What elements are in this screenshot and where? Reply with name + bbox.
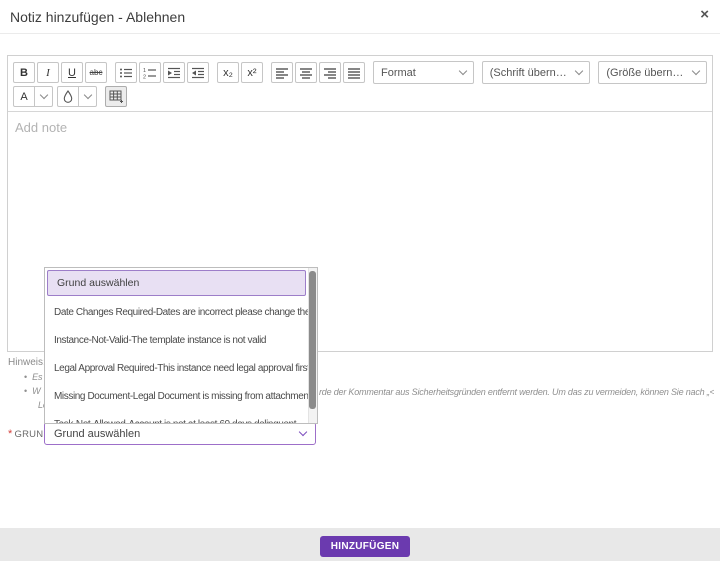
background-color-split-button xyxy=(57,86,97,107)
dropdown-option[interactable]: Date Changes Required-Dates are incorrec… xyxy=(45,298,308,326)
header-divider xyxy=(0,33,720,34)
text-color-dropdown-button[interactable] xyxy=(35,86,53,107)
dialog-footer: HINZUFÜGEN xyxy=(0,528,720,561)
toolbar-row-1: B I U abc 12 xyxy=(13,61,707,84)
indent-button[interactable] xyxy=(163,62,185,83)
numbered-list-button[interactable]: 12 xyxy=(139,62,161,83)
outdent-button[interactable] xyxy=(187,62,209,83)
reason-select-value: Grund auswählen xyxy=(54,428,140,440)
background-color-button[interactable] xyxy=(57,86,79,107)
align-justify-button[interactable] xyxy=(343,62,365,83)
font-select[interactable]: (Schrift überne... xyxy=(482,61,591,84)
align-justify-icon xyxy=(347,67,361,79)
dropdown-option[interactable]: Instance-Not-Valid-The template instance… xyxy=(45,326,308,354)
numbered-list-icon: 12 xyxy=(143,67,157,79)
outdent-icon xyxy=(191,67,205,79)
format-select[interactable]: Format xyxy=(373,61,474,84)
text-color-split-button: A xyxy=(13,86,53,107)
align-center-button[interactable] xyxy=(295,62,317,83)
hint-bullet-1: Es xyxy=(24,372,42,382)
align-right-button[interactable] xyxy=(319,62,341,83)
dropdown-option[interactable]: Legal Approval Required-This instance ne… xyxy=(45,354,308,382)
align-center-icon xyxy=(299,67,313,79)
align-left-button[interactable] xyxy=(271,62,293,83)
script-group: x₂ x² xyxy=(217,62,263,83)
dropdown-option[interactable]: Task-Not-Allowed-Account is not at least… xyxy=(45,410,308,424)
chevron-down-icon xyxy=(459,67,467,75)
superscript-button[interactable]: x² xyxy=(241,62,263,83)
droplet-icon xyxy=(62,90,74,103)
align-left-icon xyxy=(275,67,289,79)
reason-dropdown-items: Grund auswählen Date Changes Required-Da… xyxy=(45,268,308,424)
indent-icon xyxy=(167,67,181,79)
strikethrough-button[interactable]: abc xyxy=(85,62,107,83)
italic-button[interactable]: I xyxy=(37,62,59,83)
dialog-title: Notiz hinzufügen - Ablehnen xyxy=(10,9,185,25)
text-color-button[interactable]: A xyxy=(13,86,35,107)
font-select-value: (Schrift überne... xyxy=(490,67,569,79)
add-note-dialog: Notiz hinzufügen - Ablehnen × B I U abc … xyxy=(0,0,720,561)
hint-label: Hinweis: xyxy=(8,357,46,368)
close-icon[interactable]: × xyxy=(700,7,709,23)
chevron-down-icon xyxy=(299,428,307,436)
chevron-down-icon xyxy=(575,67,583,75)
bold-button[interactable]: B xyxy=(13,62,35,83)
dropdown-scrollbar-track[interactable] xyxy=(308,268,317,423)
align-group xyxy=(271,62,365,83)
bullet-list-button[interactable] xyxy=(115,62,137,83)
reason-select[interactable]: Grund auswählen xyxy=(44,422,316,445)
table-icon xyxy=(109,90,123,103)
chevron-down-icon xyxy=(39,91,47,99)
required-marker: * xyxy=(8,428,12,440)
dropdown-option[interactable]: Missing Document-Legal Document is missi… xyxy=(45,382,308,410)
hint-bullet-2-continued: rde der Kommentar aus Sicherheitsgründen… xyxy=(319,387,714,397)
align-right-icon xyxy=(323,67,337,79)
editor-toolbar: B I U abc 12 xyxy=(8,56,712,112)
insert-table-button[interactable] xyxy=(105,86,127,107)
dropdown-option-selected[interactable]: Grund auswählen xyxy=(47,270,306,296)
chevron-down-icon xyxy=(692,67,700,75)
svg-text:1: 1 xyxy=(143,68,146,74)
dropdown-scrollbar-thumb[interactable] xyxy=(309,271,316,409)
list-indent-group: 12 xyxy=(115,62,209,83)
format-select-value: Format xyxy=(381,67,452,79)
hint-bullet-2: W xyxy=(24,386,40,396)
reason-dropdown-list: Grund auswählen Date Changes Required-Da… xyxy=(44,267,318,424)
underline-button[interactable]: U xyxy=(61,62,83,83)
add-button[interactable]: HINZUFÜGEN xyxy=(320,536,411,557)
bullet-list-icon xyxy=(119,67,133,79)
subscript-button[interactable]: x₂ xyxy=(217,62,239,83)
svg-text:2: 2 xyxy=(143,74,146,79)
chevron-down-icon xyxy=(83,91,91,99)
size-select-value: (Größe überneh... xyxy=(606,67,685,79)
toolbar-row-2: A xyxy=(13,86,707,107)
size-select[interactable]: (Größe überneh... xyxy=(598,61,707,84)
background-color-dropdown-button[interactable] xyxy=(79,86,97,107)
text-style-group: B I U abc xyxy=(13,62,107,83)
